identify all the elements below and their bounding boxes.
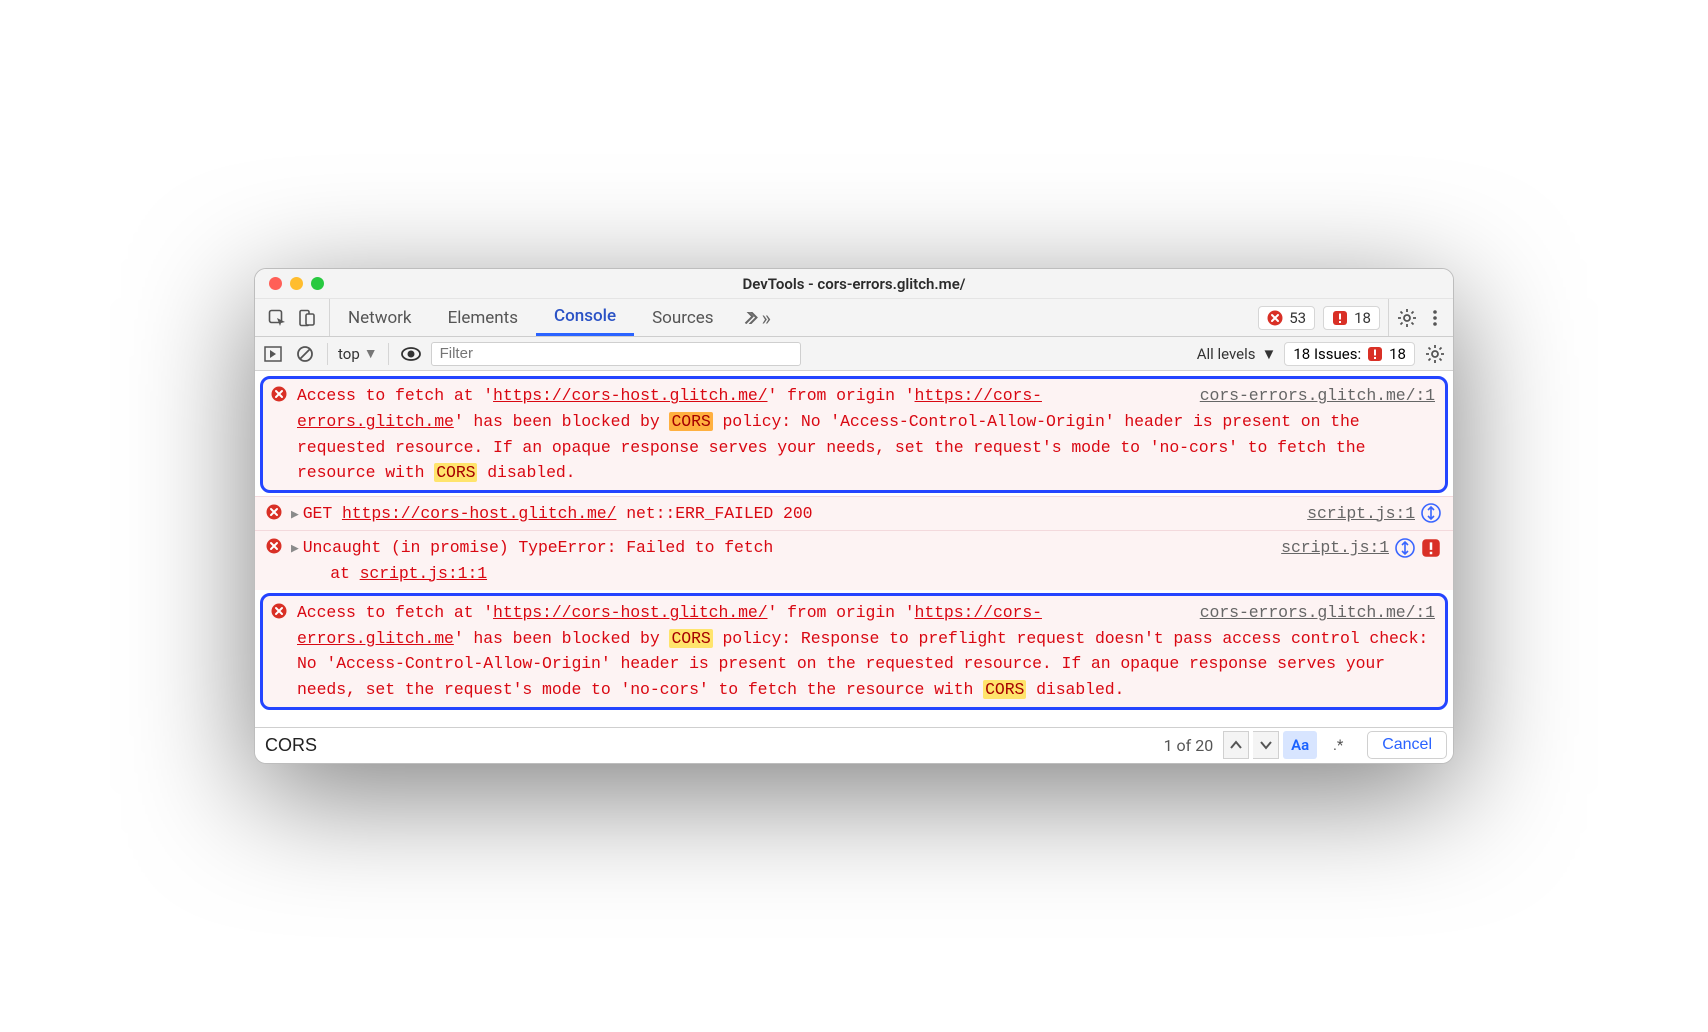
tab-sources[interactable]: Sources xyxy=(634,299,731,336)
tab-network[interactable]: Network xyxy=(330,299,430,336)
context-label: top xyxy=(338,345,360,363)
tab-more-icon[interactable]: » xyxy=(732,299,783,336)
console-toolbar: top ▼ All levels ▼ 18 Issues: 18 xyxy=(255,337,1453,371)
log-levels-selector[interactable]: All levels ▼ xyxy=(1197,345,1277,363)
error-count: 53 xyxy=(1289,309,1306,327)
chevron-down-icon: ▼ xyxy=(1262,345,1277,363)
chevron-down-icon: ▼ xyxy=(364,345,378,362)
minimize-window-button[interactable] xyxy=(290,277,303,290)
levels-label: All levels xyxy=(1197,345,1256,363)
goto-issue-icon[interactable] xyxy=(1395,538,1415,558)
source-location[interactable]: cors-errors.glitch.me/:1 xyxy=(1200,383,1435,409)
regex-toggle[interactable]: .* xyxy=(1321,731,1355,759)
error-message: ▶Uncaught (in promise) TypeError: Failed… xyxy=(291,538,773,583)
expand-icon[interactable]: ▶ xyxy=(291,507,299,522)
error-icon xyxy=(266,538,282,554)
console-error-entry[interactable]: script.js:1 ▶GET https://cors-host.glitc… xyxy=(255,496,1453,531)
issue-badge-icon xyxy=(1367,346,1383,362)
goto-issue-icon[interactable] xyxy=(1421,503,1441,523)
issue-count: 18 xyxy=(1354,309,1371,327)
zoom-window-button[interactable] xyxy=(311,277,324,290)
kebab-menu-icon[interactable] xyxy=(1423,306,1447,330)
source-location[interactable]: script.js:1 xyxy=(1281,535,1389,561)
search-input[interactable] xyxy=(261,731,1154,760)
clear-console-icon[interactable] xyxy=(293,342,317,366)
source-location[interactable]: script.js:1 xyxy=(1307,501,1415,527)
issues-count: 18 xyxy=(1389,345,1406,363)
console-settings-icon[interactable] xyxy=(1423,342,1447,366)
error-icon xyxy=(271,386,287,402)
search-next-button[interactable] xyxy=(1253,731,1279,759)
console-error-entry[interactable]: cors-errors.glitch.me/:1 Access to fetch… xyxy=(260,593,1448,709)
expand-icon[interactable]: ▶ xyxy=(291,541,299,556)
match-case-toggle[interactable]: Aa xyxy=(1283,731,1317,759)
device-toolbar-icon[interactable] xyxy=(295,306,319,330)
devtools-window: DevTools - cors-errors.glitch.me/ Networ… xyxy=(254,268,1454,763)
close-window-button[interactable] xyxy=(269,277,282,290)
error-icon xyxy=(271,603,287,619)
console-output: cors-errors.glitch.me/:1 Access to fetch… xyxy=(255,371,1453,726)
error-message: ▶GET https://cors-host.glitch.me/ net::E… xyxy=(291,504,812,523)
search-prev-button[interactable] xyxy=(1223,731,1249,759)
live-expression-icon[interactable] xyxy=(399,342,423,366)
inspect-element-icon[interactable] xyxy=(265,306,289,330)
search-cancel-button[interactable]: Cancel xyxy=(1367,731,1447,759)
error-icon xyxy=(266,504,282,520)
settings-icon[interactable] xyxy=(1395,306,1419,330)
window-title: DevTools - cors-errors.glitch.me/ xyxy=(255,275,1453,293)
source-location[interactable]: cors-errors.glitch.me/:1 xyxy=(1200,600,1435,626)
issue-count-badge[interactable]: 18 xyxy=(1323,306,1380,330)
issues-label: 18 Issues: xyxy=(1293,345,1361,363)
error-count-badge[interactable]: 53 xyxy=(1258,306,1315,330)
toggle-sidebar-icon[interactable] xyxy=(261,342,285,366)
main-tabs: Network Elements Console Sources » 53 18 xyxy=(255,299,1453,337)
filter-input[interactable] xyxy=(431,342,801,366)
tab-elements[interactable]: Elements xyxy=(430,299,536,336)
context-selector[interactable]: top ▼ xyxy=(338,345,378,363)
issues-pill[interactable]: 18 Issues: 18 xyxy=(1284,342,1415,366)
search-count: 1 of 20 xyxy=(1158,736,1220,755)
searchbar: 1 of 20 Aa .* Cancel xyxy=(255,727,1453,763)
console-error-entry[interactable]: script.js:1 ▶Uncaught (in promise) TypeE… xyxy=(255,530,1453,590)
tab-console[interactable]: Console xyxy=(536,299,634,336)
issue-badge-icon[interactable] xyxy=(1421,538,1441,558)
titlebar: DevTools - cors-errors.glitch.me/ xyxy=(255,269,1453,299)
console-error-entry[interactable]: cors-errors.glitch.me/:1 Access to fetch… xyxy=(260,376,1448,492)
